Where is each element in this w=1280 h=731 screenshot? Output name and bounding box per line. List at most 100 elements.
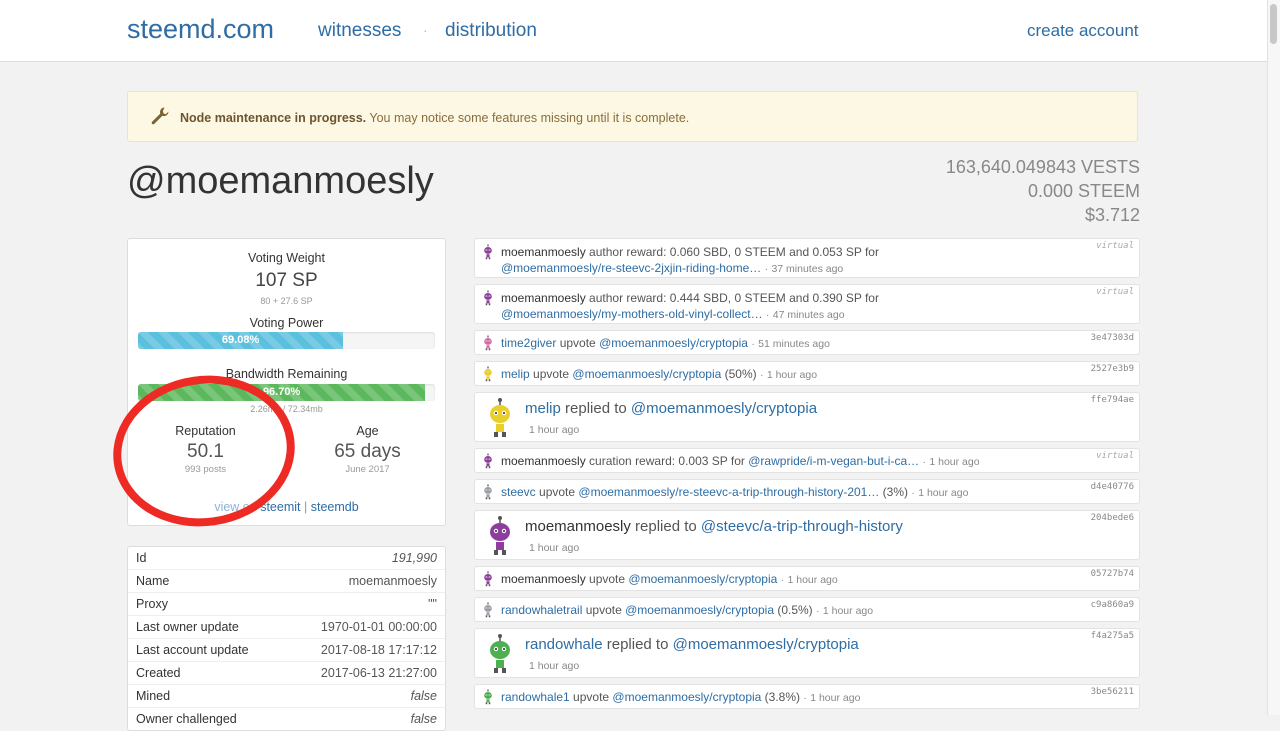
user-avatar-icon[interactable] xyxy=(481,453,495,469)
nav-distribution-link[interactable]: distribution xyxy=(445,20,537,42)
nav-separator: · xyxy=(423,22,428,38)
info-key: Created xyxy=(136,666,181,680)
op-user-link[interactable]: randowhale xyxy=(525,636,603,653)
page-scrollbar[interactable] xyxy=(1267,0,1280,715)
steemit-link[interactable]: steemit xyxy=(260,500,300,514)
user-avatar-icon[interactable] xyxy=(481,571,495,587)
op-user-link[interactable]: moemanmoesly xyxy=(501,572,586,586)
voting-weight-value: 107 SP xyxy=(255,270,318,291)
op-time-separator: · xyxy=(803,692,807,704)
brand-link[interactable]: steemd.com xyxy=(127,14,274,45)
voting-weight-breakdown: 80 + 27.6 SP xyxy=(260,296,313,306)
op-hash: virtual xyxy=(1096,241,1134,251)
op-permlink[interactable]: @moemanmoesly/my-mothers-old-vinyl-colle… xyxy=(501,307,763,321)
op-user-link[interactable]: melip xyxy=(501,367,530,381)
op-user-link[interactable]: randowhaletrail xyxy=(501,603,582,617)
user-avatar-icon[interactable] xyxy=(481,689,495,705)
op-user-link[interactable]: steevc xyxy=(501,485,536,499)
account-info-table: Id 191,990 Name moemanmoesly Proxy "" Last own… xyxy=(127,546,446,731)
op-permlink[interactable]: @moemanmoesly/re-steevc-a-trip-through-h… xyxy=(578,485,879,499)
voting-power-fill: 69.08% xyxy=(138,332,344,349)
op-user-link[interactable]: melip xyxy=(525,400,561,417)
info-row: Created 2017-06-13 21:27:00 xyxy=(128,661,445,684)
wrench-icon xyxy=(151,107,169,125)
op-permlink[interactable]: @moemanmoesly/cryptopia xyxy=(673,636,859,653)
op-permlink[interactable]: @steevc/a-trip-through-history xyxy=(701,518,903,535)
info-key: Last account update xyxy=(136,643,249,657)
user-avatar-icon[interactable] xyxy=(481,335,495,351)
age-label: Age xyxy=(356,424,379,438)
reputation-block: Reputation 50.1 993 posts xyxy=(128,424,283,475)
op-time: 1 hour ago xyxy=(529,660,580,672)
feed-item: ffe794ae melip replied to @moemanmoesly/c… xyxy=(474,392,1140,442)
op-user-link[interactable]: time2giver xyxy=(501,336,556,350)
user-avatar-icon[interactable] xyxy=(485,633,515,675)
op-action: upvote xyxy=(582,603,626,617)
reputation-value: 50.1 xyxy=(187,441,224,462)
voting-power-label: Voting Power xyxy=(249,316,324,330)
user-avatar-icon[interactable] xyxy=(485,515,515,557)
vests-balance: 163,640.049843 VESTS xyxy=(945,157,1140,177)
scrollbar-thumb[interactable] xyxy=(1270,4,1277,44)
account-balances: 163,640.049843 VESTS 0.000 STEEM $3.712 xyxy=(946,155,1140,227)
op-user-link[interactable]: moemanmoesly xyxy=(525,518,631,535)
info-row: Name moemanmoesly xyxy=(128,569,445,592)
feed-item: c9a860a9 randowhaletrail upvote @moemanmo… xyxy=(474,597,1140,622)
op-user-link[interactable]: moemanmoesly xyxy=(501,245,586,259)
op-weight: (0.5%) xyxy=(774,603,813,617)
op-permlink[interactable]: @moemanmoesly/cryptopia xyxy=(625,603,774,617)
op-permlink[interactable]: @moemanmoesly/cryptopia xyxy=(572,367,721,381)
user-avatar-icon[interactable] xyxy=(481,484,495,500)
op-weight: (3.8%) xyxy=(761,690,801,704)
user-avatar-icon[interactable] xyxy=(481,366,495,382)
user-avatar-icon[interactable] xyxy=(485,397,515,439)
user-avatar-icon[interactable] xyxy=(481,602,495,618)
op-action: curation reward: 0.003 SP for xyxy=(585,454,749,468)
activity-feed: virtual moemanmoesly author reward: 0.060… xyxy=(474,238,1140,715)
op-user-link[interactable]: moemanmoesly xyxy=(501,291,586,305)
steem-balance: 0.000 STEEM xyxy=(1027,181,1140,201)
op-user-link[interactable]: moemanmoesly xyxy=(501,454,586,468)
nav-witnesses-link[interactable]: witnesses xyxy=(318,20,401,42)
op-hash: virtual xyxy=(1096,287,1134,297)
op-hash: ffe794ae xyxy=(1090,395,1134,405)
op-permlink[interactable]: @moemanmoesly/cryptopia xyxy=(599,336,748,350)
steemdb-link[interactable]: steemdb xyxy=(311,500,359,514)
feed-item: 2527e3b9 melip upvote @moemanmoesly/crypt… xyxy=(474,361,1140,386)
info-key: Id xyxy=(136,551,147,565)
feed-item: 05727b74 moemanmoesly upvote @moemanmoesl… xyxy=(474,566,1140,591)
reputation-label: Reputation xyxy=(175,424,236,438)
op-time: 1 hour ago xyxy=(787,574,838,586)
op-permlink[interactable]: @moemanmoesly/re-steevc-2jxjin-riding-ho… xyxy=(501,261,761,275)
bandwidth-label: Bandwidth Remaining xyxy=(225,367,348,381)
op-time-separator: · xyxy=(759,369,764,381)
op-permlink[interactable]: @moemanmoesly/cryptopia xyxy=(631,400,817,417)
maintenance-alert: Node maintenance in progress. You may no… xyxy=(127,91,1138,142)
op-hash: 2527e3b9 xyxy=(1090,364,1134,374)
feed-item: virtual moemanmoesly curation reward: 0.0… xyxy=(474,448,1140,473)
op-permlink[interactable]: @rawpride/i-m-vegan-but-i-ca… xyxy=(748,454,919,468)
feed-item: virtual moemanmoesly author reward: 0.444… xyxy=(474,284,1140,324)
op-action: author reward: 0.444 SBD, 0 STEEM and 0.… xyxy=(585,291,879,305)
info-value: 191,990 xyxy=(391,551,437,565)
voting-weight-label: Voting Weight xyxy=(248,251,325,265)
account-stats-panel: Voting Weight 107 SP 80 + 27.6 SP Voting… xyxy=(127,238,446,526)
op-time-separator: · xyxy=(765,309,770,321)
op-permlink[interactable]: @moemanmoesly/cryptopia xyxy=(612,690,761,704)
user-avatar-icon[interactable] xyxy=(481,290,495,306)
op-time-separator: · xyxy=(764,263,769,275)
op-hash: 05727b74 xyxy=(1090,569,1134,579)
op-action: replied to xyxy=(630,518,701,535)
op-weight: (50%) xyxy=(721,367,757,381)
op-permlink[interactable]: @moemanmoesly/cryptopia xyxy=(628,572,777,586)
op-user-link[interactable]: randowhale1 xyxy=(501,690,570,704)
op-time: 1 hour ago xyxy=(822,605,874,617)
alert-message: Node maintenance in progress. You may no… xyxy=(180,111,689,125)
user-avatar-icon[interactable] xyxy=(481,244,495,260)
op-time: 1 hour ago xyxy=(766,369,818,381)
info-value: false xyxy=(410,689,437,703)
op-time-separator: · xyxy=(780,574,785,586)
create-account-link[interactable]: create account xyxy=(1027,21,1139,41)
info-value: 2017-06-13 21:27:00 xyxy=(320,666,437,680)
op-action: upvote xyxy=(535,485,579,499)
